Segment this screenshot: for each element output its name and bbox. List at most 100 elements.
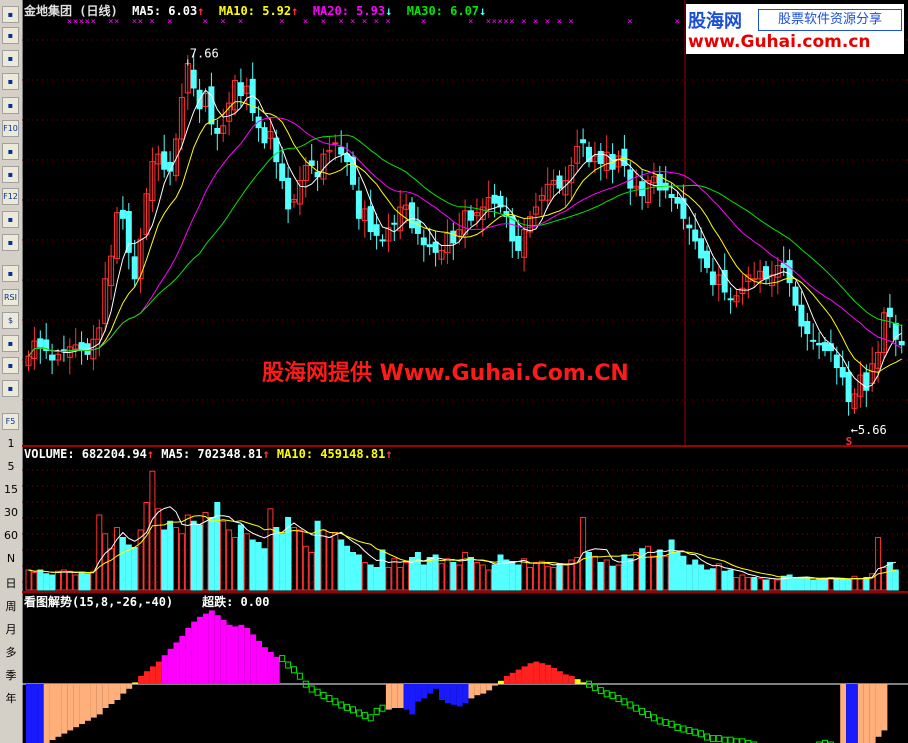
indicator-bar xyxy=(474,684,481,696)
period-9[interactable]: 多 xyxy=(0,644,22,660)
f5-icon[interactable]: F5 xyxy=(2,413,19,430)
period-4[interactable]: 60 xyxy=(0,529,22,542)
candle-body xyxy=(674,197,681,204)
period-3[interactable]: 30 xyxy=(0,506,22,519)
super-value: 0.00 xyxy=(240,595,270,609)
volume-bar xyxy=(355,554,362,591)
indicator-bar xyxy=(61,684,68,734)
search-icon[interactable]: ▪ xyxy=(2,234,19,251)
indicator-bar xyxy=(869,684,876,743)
indicator-bar xyxy=(238,624,245,684)
indicator-icon[interactable]: ▪ xyxy=(2,265,19,282)
volume-bar xyxy=(450,562,457,591)
volume-bar xyxy=(503,559,510,591)
volume-bar xyxy=(308,552,315,591)
volume-bar xyxy=(332,532,339,591)
candle-body xyxy=(285,177,292,210)
volume-bar xyxy=(680,555,687,591)
volume-bar xyxy=(521,558,528,591)
volume-bar xyxy=(692,559,699,591)
volume-bar xyxy=(397,567,404,591)
indicator-bar xyxy=(633,704,640,712)
indicator-bar xyxy=(597,687,604,695)
period-7[interactable]: 周 xyxy=(0,598,22,614)
indicator-bar xyxy=(668,720,675,728)
volume-bar xyxy=(438,563,445,591)
volume-bar xyxy=(143,502,150,591)
indicator-bar xyxy=(840,684,847,743)
pie-icon[interactable]: ▪ xyxy=(2,166,19,183)
period-6[interactable]: 日 xyxy=(0,575,22,591)
grid-icon[interactable]: ▪ xyxy=(2,211,19,228)
indicator-bar xyxy=(727,736,734,743)
candle-body xyxy=(237,82,244,97)
indicator-bar xyxy=(521,666,528,684)
s-mark: S xyxy=(846,435,853,448)
period-1[interactable]: 5 xyxy=(0,460,22,473)
period-11[interactable]: 年 xyxy=(0,690,22,706)
indicator-bar xyxy=(214,615,221,684)
ma20-arrow: ↓ xyxy=(385,4,393,18)
indicator-bar xyxy=(852,684,858,743)
vol-ma5-label: MA5: xyxy=(161,447,198,461)
volume-bar xyxy=(302,545,309,591)
indicator-bar xyxy=(338,701,345,709)
rsi-icon[interactable]: RSI xyxy=(2,289,19,306)
volume-bar xyxy=(810,579,817,591)
list-icon[interactable]: ▪ xyxy=(2,97,19,114)
volume-bar xyxy=(43,573,50,591)
volume-bar xyxy=(414,552,421,591)
indicator-bar xyxy=(545,664,552,684)
volume-bar xyxy=(822,578,828,591)
candle-body xyxy=(125,211,132,253)
f10-icon[interactable]: F10 xyxy=(2,120,19,137)
indicator-bar xyxy=(144,671,150,684)
pencil-icon[interactable]: ▪ xyxy=(2,380,19,397)
indicator-bar xyxy=(686,727,693,735)
candle-icon[interactable]: ▪ xyxy=(2,73,19,90)
indicator-bar xyxy=(226,624,233,684)
f12-icon[interactable]: F12 xyxy=(2,188,19,205)
indicator-bar xyxy=(415,684,422,702)
volume-bar xyxy=(468,557,474,591)
volume-bar xyxy=(845,579,852,591)
candle-body xyxy=(727,298,734,301)
indicator-bar xyxy=(114,684,121,700)
table-icon[interactable]: ▪ xyxy=(2,27,19,44)
candle-body xyxy=(131,256,138,280)
indicator-bar xyxy=(615,695,622,703)
period-2[interactable]: 15 xyxy=(0,483,22,496)
volume-bar xyxy=(31,572,38,591)
indicator-bar xyxy=(656,717,663,725)
volume-bar xyxy=(338,539,345,591)
volume-bar xyxy=(367,564,374,591)
period-10[interactable]: 季 xyxy=(0,667,22,683)
volume-bar xyxy=(733,577,740,591)
period-0[interactable]: 1 xyxy=(0,437,22,450)
export-icon[interactable]: ▪ xyxy=(2,357,19,374)
volume-bar xyxy=(49,574,56,591)
candle-body xyxy=(255,116,262,129)
ma20-value: 5.93 xyxy=(356,4,386,18)
period-5[interactable]: N xyxy=(0,552,22,565)
volume-bar xyxy=(527,567,533,591)
candle-body xyxy=(692,229,699,242)
money-icon[interactable]: $ xyxy=(2,312,19,329)
report-icon[interactable]: ▪ xyxy=(2,143,19,160)
volume-bar xyxy=(296,529,303,591)
watermark: 股海网提供 Www.Guhai.Com.CN xyxy=(262,360,629,386)
indicator-bar xyxy=(320,691,327,699)
line-chart-icon[interactable]: ▪ xyxy=(2,50,19,67)
candle-body xyxy=(668,194,675,199)
indicator-bar xyxy=(31,684,38,743)
candle-body xyxy=(214,127,221,134)
volume-bar xyxy=(798,577,805,591)
period-8[interactable]: 月 xyxy=(0,621,22,637)
kline-icon[interactable]: ▪ xyxy=(2,6,19,23)
indicator-bar xyxy=(433,684,439,689)
move-icon[interactable]: ▪ xyxy=(2,335,19,352)
volume-bar xyxy=(709,568,716,591)
indicator-bar xyxy=(179,636,186,684)
candle-body xyxy=(763,266,769,280)
indicator-bar xyxy=(603,690,610,698)
